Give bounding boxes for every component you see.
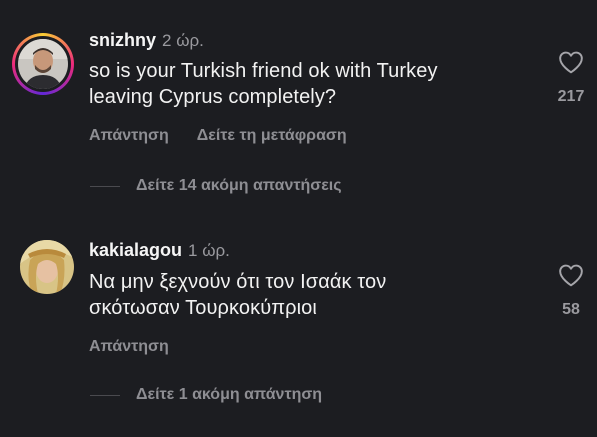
- comment-text: so is your Turkish friend ok with Turkey…: [89, 60, 438, 108]
- view-more-replies[interactable]: Δείτε 1 ακόμη απάντηση: [90, 386, 322, 404]
- avatar-photo-icon: [18, 39, 68, 89]
- view-more-replies-label[interactable]: Δείτε 14 ακόμη απαντήσεις: [136, 177, 342, 195]
- heart-outline-icon[interactable]: [558, 50, 584, 74]
- heart-outline-icon[interactable]: [558, 263, 584, 287]
- see-translation-button[interactable]: Δείτε τη μετάφραση: [197, 127, 347, 144]
- like-control: 58: [551, 263, 591, 319]
- reply-button[interactable]: Απάντηση: [89, 338, 169, 355]
- avatar-story-ring[interactable]: [12, 33, 74, 95]
- comment-username[interactable]: snizhny: [89, 30, 156, 50]
- view-more-replies[interactable]: Δείτε 14 ακόμη απαντήσεις: [90, 177, 342, 195]
- like-count: 217: [557, 88, 585, 105]
- comment-timestamp: 2 ώρ.: [162, 31, 204, 50]
- avatar: [18, 39, 68, 89]
- comment-text: Να μην ξεχνούν ότι τον Ισαάκ τον σκότωσα…: [89, 271, 387, 319]
- comment-timestamp: 1 ώρ.: [188, 241, 230, 260]
- comment-actions: Απάντηση: [89, 338, 197, 356]
- avatar[interactable]: [20, 240, 74, 294]
- comment-username[interactable]: kakialagou: [89, 240, 182, 260]
- view-more-replies-label[interactable]: Δείτε 1 ακόμη απάντηση: [136, 386, 322, 404]
- like-count: 58: [562, 301, 580, 318]
- like-control: 217: [551, 50, 591, 106]
- replies-divider: [90, 185, 120, 187]
- comment-actions: Απάντηση Δείτε τη μετάφραση: [89, 127, 375, 145]
- reply-button[interactable]: Απάντηση: [89, 127, 169, 144]
- replies-divider: [90, 394, 120, 396]
- comment-item: kakialagou 1 ώρ. Να μην ξεχνούν ότι τον Ι…: [0, 215, 597, 437]
- avatar-photo-icon: [20, 240, 74, 294]
- comment-item: snizhny 2 ώρ. so is your Turkish friend o…: [0, 0, 597, 215]
